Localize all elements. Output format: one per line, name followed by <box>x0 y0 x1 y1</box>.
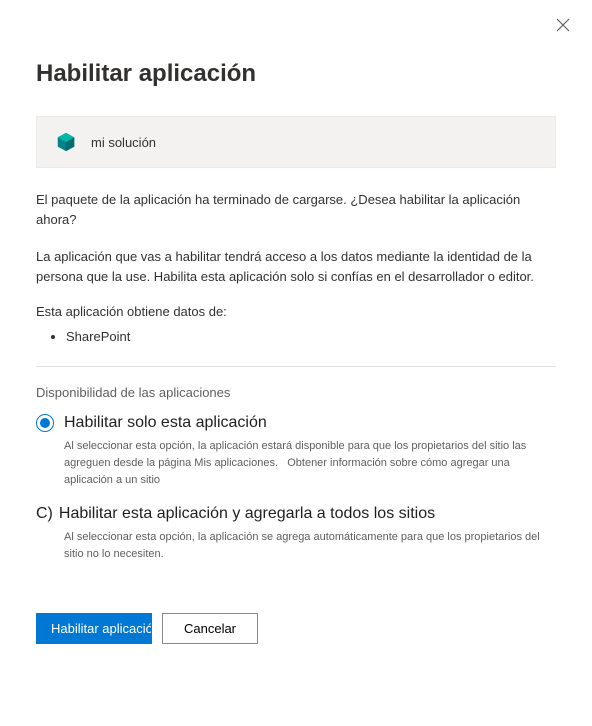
availability-radio-group: Habilitar solo esta aplicación Al selecc… <box>36 414 556 563</box>
close-button[interactable] <box>556 18 570 35</box>
app-name: mi solución <box>91 135 156 150</box>
radio-option-enable-all-sites[interactable]: C)Habilitar esta aplicación y agregarla … <box>36 505 556 563</box>
dialog-buttons: Habilitar aplicación Cancelar <box>36 613 556 644</box>
app-card: mi solución <box>36 116 556 168</box>
data-sources-list: SharePoint <box>36 327 556 348</box>
enable-app-dialog: Habilitar aplicación mi solución El paqu… <box>0 0 592 666</box>
close-icon <box>556 20 570 35</box>
availability-label: Disponibilidad de las aplicaciones <box>36 385 556 400</box>
radio-description: Al seleccionar esta opción, la aplicació… <box>64 438 556 489</box>
radio-description: Al seleccionar esta opción, la aplicació… <box>64 529 556 563</box>
radio-label: Habilitar solo esta aplicación <box>64 414 267 432</box>
dialog-title: Habilitar aplicación <box>36 60 556 88</box>
radio-button-icon <box>36 414 54 432</box>
radio-option-enable-only[interactable]: Habilitar solo esta aplicación Al selecc… <box>36 414 556 489</box>
enable-app-button[interactable]: Habilitar aplicación <box>36 613 152 644</box>
intro-text: El paquete de la aplicación ha terminado… <box>36 190 556 229</box>
list-item: SharePoint <box>66 327 556 348</box>
divider <box>36 366 556 367</box>
package-icon <box>55 131 77 153</box>
data-sources-label: Esta aplicación obtiene datos de: <box>36 304 556 319</box>
radio-label: C)Habilitar esta aplicación y agregarla … <box>36 505 435 523</box>
cancel-button[interactable]: Cancelar <box>162 613 258 644</box>
option-marker: C) <box>36 505 53 522</box>
warning-text: La aplicación que vas a habilitar tendrá… <box>36 247 556 286</box>
